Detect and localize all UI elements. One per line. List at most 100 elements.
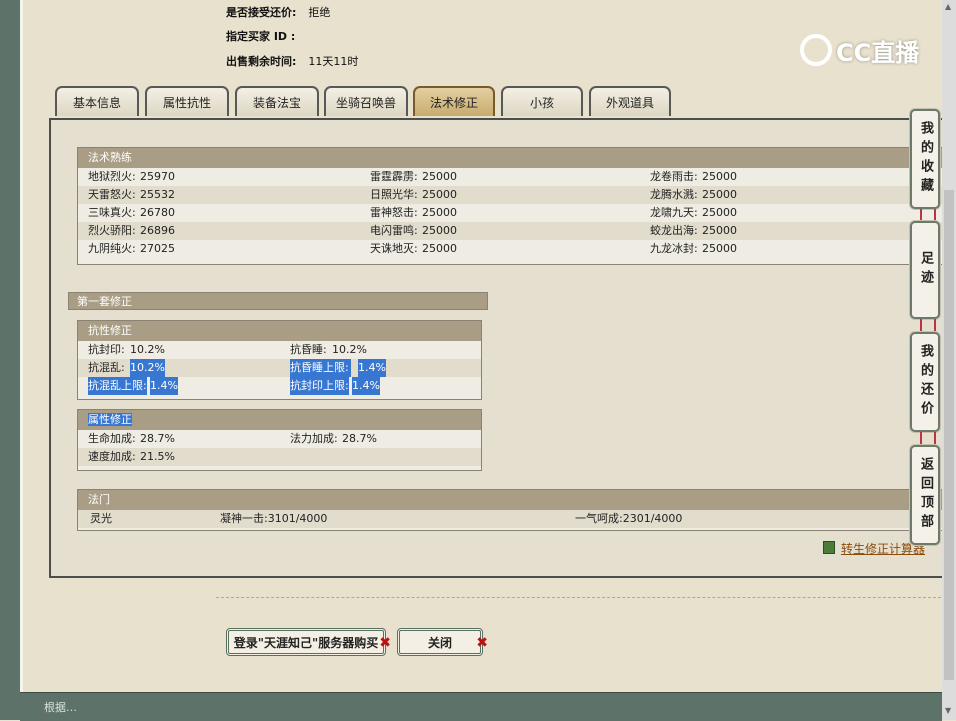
spell-label: 雷神怒击: [370, 206, 418, 219]
table-row: 九阴纯火: 27025 天诛地灭: 25000 九龙冰封: 25000 [78, 240, 943, 258]
table-row: 三味真火: 26780 雷神怒击: 25000 龙啸九天: 25000 [78, 204, 943, 222]
table-row: 灵光 凝神一击:3101/4000 一气呵成:2301/4000 [78, 510, 943, 528]
remaining-time-value: 11天11时 [308, 55, 359, 68]
resist-value: 10.2% [332, 343, 367, 356]
spell-label: 地狱烈火: [88, 170, 136, 183]
table-row: 抗混乱: 10.2% 抗昏睡上限: 1.4% [78, 359, 481, 377]
spell-label: 龙啸九天: [650, 206, 698, 219]
table-row: 地狱烈火: 25970 雷霆霹雳: 25000 龙卷雨击: 25000 [78, 168, 943, 186]
faction-item: 凝神一击:3101/4000 [220, 512, 328, 525]
cc-logo-text: CC直播 [836, 38, 920, 67]
spell-label: 蛟龙出海: [650, 224, 698, 237]
table-row: 烈火骄阳: 26896 电闪雷鸣: 25000 蛟龙出海: 25000 [78, 222, 943, 240]
sidebar-label: 足迹 [918, 251, 933, 289]
attr-label: 法力加成: [290, 432, 338, 445]
attr-mod-title: 属性修正 [78, 410, 481, 430]
side-connector [920, 209, 936, 221]
scroll-thumb[interactable] [944, 190, 954, 680]
spell-label: 龙腾水溅: [650, 188, 698, 201]
side-connector [920, 319, 936, 331]
tab-attributes[interactable]: 属性抗性 [145, 86, 229, 116]
my-favorites-button[interactable]: 我的收藏 [910, 109, 940, 209]
left-frame [0, 0, 20, 720]
sidebar-label: 我的收藏 [918, 121, 933, 197]
sidebar-label: 返回顶部 [918, 457, 933, 533]
accept-bargain-row: 是否接受还价: 拒绝 [226, 4, 330, 20]
faction-title: 法门 [78, 490, 943, 510]
attr-label: 速度加成: [88, 450, 136, 463]
set-one-header: 第一套修正 [68, 292, 488, 310]
spell-value: 26780 [140, 206, 175, 219]
spell-value: 25532 [140, 188, 175, 201]
resist-rows: 抗封印: 10.2% 抗昏睡: 10.2% 抗混乱: 10.2% 抗昏睡上限: … [78, 341, 481, 395]
spell-value: 25000 [702, 224, 737, 237]
resist-value: 10.2% [130, 343, 165, 356]
footer-text: 根据… [44, 701, 77, 714]
resist-label: 抗封印上限: [290, 377, 349, 395]
attr-label: 生命加成: [88, 432, 136, 445]
spell-label: 电闪雷鸣: [370, 224, 418, 237]
spell-label: 天诛地灭: [370, 242, 418, 255]
resist-mod-box: 抗性修正 抗封印: 10.2% 抗昏睡: 10.2% 抗混乱: 10.2% 抗昏… [77, 320, 482, 400]
accept-bargain-label: 是否接受还价: [226, 6, 297, 19]
footprints-button[interactable]: 足迹 [910, 221, 940, 319]
table-row: 生命加成: 28.7% 法力加成: 28.7% [78, 430, 481, 448]
attr-mod-box: 属性修正 生命加成: 28.7% 法力加成: 28.7% 速度加成: 21.5% [77, 409, 482, 471]
cc-logo-icon [800, 34, 832, 66]
close-label: 关闭 [427, 635, 452, 650]
buyer-id-row: 指定买家 ID : [226, 28, 307, 44]
spell-label: 三味真火: [88, 206, 136, 219]
spell-label: 九阴纯火: [88, 242, 136, 255]
attr-value: 21.5% [140, 450, 175, 463]
scroll-down-icon[interactable]: ▼ [945, 706, 951, 715]
tab-equipment[interactable]: 装备法宝 [235, 86, 319, 116]
faction-item: 灵光 [90, 512, 112, 525]
tab-mounts-pets[interactable]: 坐骑召唤兽 [324, 86, 408, 116]
resist-label: 抗混乱: [88, 361, 125, 374]
spell-rows: 地狱烈火: 25970 雷霆霹雳: 25000 龙卷雨击: 25000 天雷怒火: 25532… [78, 168, 943, 258]
attr-rows: 生命加成: 28.7% 法力加成: 28.7% 速度加成: 21.5% [78, 430, 481, 466]
spell-proficiency-box: 法术熟练 地狱烈火: 25970 雷霆霹雳: 25000 龙卷雨击: 25000 天雷怒火:… [77, 147, 943, 265]
spell-proficiency-title: 法术熟练 [78, 148, 943, 168]
spell-value: 25000 [702, 170, 737, 183]
spell-value: 27025 [140, 242, 175, 255]
remaining-time-row: 出售剩余时间: 11天11时 [226, 53, 358, 69]
tab-basic-info[interactable]: 基本信息 [55, 86, 139, 116]
vertical-scrollbar[interactable]: ▲ ▼ [942, 0, 956, 720]
resist-label: 抗昏睡上限: [290, 359, 351, 377]
footer-bar: 根据… [20, 692, 942, 721]
tab-spell-mod[interactable]: 法术修正 [413, 86, 495, 116]
resist-value: 1.4% [150, 377, 178, 395]
sidebar-label: 我的还价 [918, 344, 933, 420]
spell-value: 25000 [422, 170, 457, 183]
spell-label: 烈火骄阳: [88, 224, 136, 237]
back-to-top-button[interactable]: 返回顶部 [910, 445, 940, 545]
spell-value: 25000 [702, 206, 737, 219]
table-row: 抗封印: 10.2% 抗昏睡: 10.2% [78, 341, 481, 359]
spell-value: 25000 [422, 242, 457, 255]
tab-child[interactable]: 小孩 [501, 86, 583, 116]
table-row: 天雷怒火: 25532 日照光华: 25000 龙腾水溅: 25000 [78, 186, 943, 204]
cc-live-logo: CC直播 [800, 30, 930, 70]
scroll-up-icon[interactable]: ▲ [945, 2, 951, 11]
spell-value: 25000 [422, 224, 457, 237]
attr-value: 28.7% [140, 432, 175, 445]
accept-bargain-value: 拒绝 [308, 6, 331, 19]
resist-value: 10.2% [130, 359, 165, 377]
resist-label: 抗封印: [88, 343, 125, 356]
spell-value: 25000 [702, 188, 737, 201]
divider [216, 597, 941, 598]
attr-value: 28.7% [342, 432, 377, 445]
spell-label: 龙卷雨击: [650, 170, 698, 183]
x-mark-icon: ✖ [379, 635, 391, 651]
spell-label: 天雷怒火: [88, 188, 136, 201]
side-connector [920, 432, 936, 444]
close-button[interactable]: 关闭 ✖ [397, 628, 488, 656]
x-mark-icon: ✖ [476, 635, 488, 651]
spell-value: 26896 [140, 224, 175, 237]
login-buy-button[interactable]: 登录"天涯知己"服务器购买 ✖ [226, 628, 391, 656]
my-bargains-button[interactable]: 我的还价 [910, 332, 940, 432]
tab-appearance[interactable]: 外观道具 [589, 86, 671, 116]
calculator-icon [823, 541, 835, 554]
spell-value: 25000 [702, 242, 737, 255]
